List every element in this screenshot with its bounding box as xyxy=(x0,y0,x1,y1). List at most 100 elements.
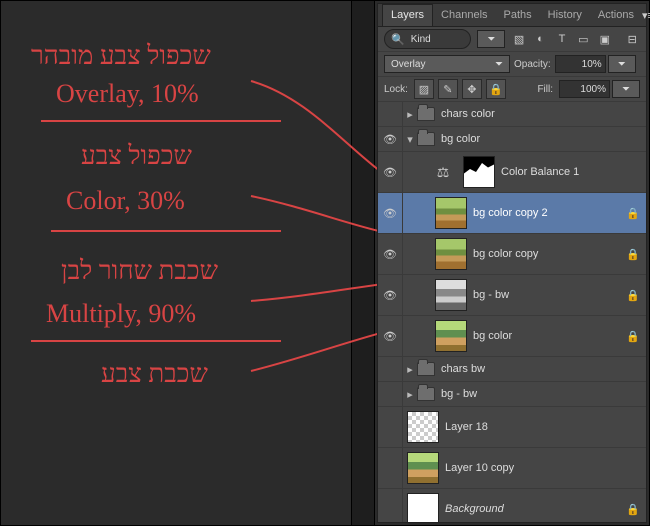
annot-line1a: שכפול צבע מובהר xyxy=(31,41,211,71)
filter-kind-input[interactable] xyxy=(409,33,453,46)
layer-thumbnail[interactable] xyxy=(435,320,467,352)
layer-row[interactable]: Layer 10 copy xyxy=(378,448,646,489)
layer-row[interactable]: 👁 bg color 🔒 xyxy=(378,316,646,357)
adjustment-filter-icon[interactable]: ◐ xyxy=(533,31,548,47)
visibility-toggle[interactable] xyxy=(378,448,403,488)
visibility-toggle[interactable]: 👁 xyxy=(378,152,403,192)
layer-row[interactable]: 👁 ⚖ Color Balance 1 xyxy=(378,152,646,193)
layers-list[interactable]: ▸chars color👁▾bg color👁⚖Color Balance 1👁… xyxy=(378,102,646,522)
search-icon: 🔍 xyxy=(391,33,405,46)
layer-thumbnail[interactable] xyxy=(407,452,439,484)
smartobj-filter-icon[interactable]: ▣ xyxy=(597,31,612,47)
tab-history[interactable]: History xyxy=(540,4,590,26)
shape-filter-icon[interactable]: ▭ xyxy=(576,31,591,47)
visibility-toggle[interactable]: 👁 xyxy=(378,127,403,151)
visibility-toggle[interactable]: 👁 xyxy=(378,316,403,356)
lock-icon: 🔒 xyxy=(626,503,640,516)
layer-name[interactable]: Color Balance 1 xyxy=(501,166,640,178)
type-filter-icon[interactable]: T xyxy=(554,31,569,47)
lock-transparency-icon[interactable]: ▨ xyxy=(414,79,434,99)
visibility-toggle[interactable]: 👁 xyxy=(378,193,403,233)
layer-row[interactable]: ▸ chars bw xyxy=(378,357,646,382)
canvas-ruler-edge xyxy=(351,1,375,525)
blend-mode-dropdown[interactable]: Overlay ⏷ xyxy=(384,55,510,73)
lock-icon: 🔒 xyxy=(626,248,640,261)
tab-paths[interactable]: Paths xyxy=(496,4,540,26)
filter-kind-search[interactable]: 🔍 xyxy=(384,29,471,49)
visibility-toggle[interactable] xyxy=(378,489,403,522)
layer-name[interactable]: bg color copy 2 xyxy=(473,207,622,219)
adjustment-icon: ⚖ xyxy=(433,157,453,187)
tab-channels[interactable]: Channels xyxy=(433,4,495,26)
layer-mask-thumb[interactable] xyxy=(463,156,495,188)
lock-pixels-icon[interactable]: ✎ xyxy=(438,79,458,99)
layer-name[interactable]: Background xyxy=(445,503,622,515)
filter-kind-dropdown[interactable]: ⏷ xyxy=(477,30,505,48)
layer-name[interactable]: bg color xyxy=(441,133,640,145)
layers-panel: Layers Channels Paths History Actions ▾≡… xyxy=(377,3,647,523)
lock-icon: 🔒 xyxy=(626,289,640,302)
opacity-label: Opacity: xyxy=(514,59,551,70)
layer-name[interactable]: chars bw xyxy=(441,363,640,375)
lock-position-icon[interactable]: ✥ xyxy=(462,79,482,99)
folder-icon xyxy=(417,107,435,121)
panel-menu-icon[interactable]: ▾≡ xyxy=(642,9,650,22)
tab-actions[interactable]: Actions xyxy=(590,4,642,26)
fill-field[interactable]: 100% xyxy=(559,80,610,98)
tab-layers[interactable]: Layers xyxy=(382,4,433,26)
visibility-toggle[interactable] xyxy=(378,102,403,126)
lock-all-icon[interactable]: 🔒 xyxy=(486,79,506,99)
layer-row[interactable]: ▸ chars color xyxy=(378,102,646,127)
folder-icon xyxy=(417,387,435,401)
layer-name[interactable]: Layer 18 xyxy=(445,421,640,433)
visibility-toggle[interactable] xyxy=(378,357,403,381)
layer-row[interactable]: Background 🔒 xyxy=(378,489,646,522)
expand-arrow[interactable]: ▾ xyxy=(405,133,415,146)
layer-name[interactable]: bg - bw xyxy=(473,289,622,301)
layer-name[interactable]: bg - bw xyxy=(441,388,640,400)
layer-name[interactable]: bg color xyxy=(473,330,622,342)
blend-opacity-row: Overlay ⏷ Opacity: 10% ⏷ xyxy=(378,52,646,77)
expand-arrow[interactable]: ▸ xyxy=(405,388,415,401)
layer-thumbnail[interactable] xyxy=(435,279,467,311)
layer-row[interactable]: ▸ bg - bw xyxy=(378,382,646,407)
layer-row[interactable]: 👁 bg - bw 🔒 xyxy=(378,275,646,316)
image-filter-icon[interactable]: ▧ xyxy=(511,31,526,47)
folder-icon xyxy=(417,132,435,146)
annot-line3a: שכבת שחור לבן xyxy=(61,256,218,286)
panel-tabs: Layers Channels Paths History Actions ▾≡ xyxy=(378,4,646,27)
visibility-toggle[interactable] xyxy=(378,382,403,406)
visibility-toggle[interactable]: 👁 xyxy=(378,275,403,315)
lock-icon: 🔒 xyxy=(626,330,640,343)
layer-name[interactable]: chars color xyxy=(441,108,640,120)
layer-row[interactable]: 👁 ▾ bg color xyxy=(378,127,646,152)
expand-arrow[interactable]: ▸ xyxy=(405,363,415,376)
annot-line3b: Multiply, 90% xyxy=(46,299,196,329)
layer-thumbnail[interactable] xyxy=(435,197,467,229)
layer-name[interactable]: bg color copy xyxy=(473,248,622,260)
opacity-slider-toggle[interactable]: ⏷ xyxy=(608,55,636,73)
eye-icon: 👁 xyxy=(383,166,397,179)
layer-row[interactable]: Layer 18 xyxy=(378,407,646,448)
layer-row[interactable]: 👁bg color copy 2🔒 xyxy=(378,193,646,234)
eye-icon: 👁 xyxy=(383,133,397,146)
expand-arrow[interactable]: ▸ xyxy=(405,108,415,121)
lock-label: Lock: xyxy=(384,84,408,95)
filter-toggle-switch[interactable]: ⊟ xyxy=(625,31,640,47)
visibility-toggle[interactable] xyxy=(378,407,403,447)
annot-line4a: שכבת צבע xyxy=(101,359,208,389)
annot-line2b: Color, 30% xyxy=(66,186,185,216)
blend-mode-value: Overlay xyxy=(391,59,425,70)
chevron-down-icon: ⏷ xyxy=(495,59,503,70)
eye-icon: 👁 xyxy=(383,330,397,343)
eye-icon: 👁 xyxy=(383,248,397,261)
layer-thumbnail[interactable] xyxy=(435,238,467,270)
eye-icon: 👁 xyxy=(383,289,397,302)
layer-name[interactable]: Layer 10 copy xyxy=(445,462,640,474)
layer-thumbnail[interactable] xyxy=(407,411,439,443)
fill-slider-toggle[interactable]: ⏷ xyxy=(612,80,640,98)
visibility-toggle[interactable]: 👁 xyxy=(378,234,403,274)
opacity-field[interactable]: 10% xyxy=(555,55,606,73)
layer-thumbnail[interactable] xyxy=(407,493,439,522)
layer-row[interactable]: 👁 bg color copy 🔒 xyxy=(378,234,646,275)
